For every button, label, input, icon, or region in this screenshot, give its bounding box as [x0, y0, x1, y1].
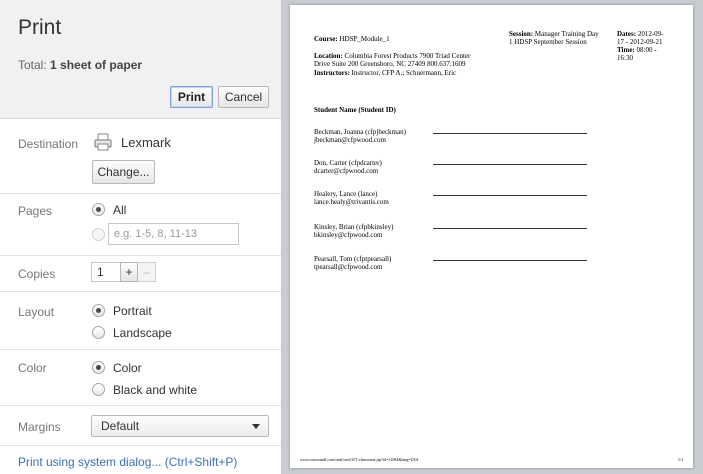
margins-value: Default — [101, 419, 140, 433]
session-value-2: 1 HDSP September Session — [509, 38, 587, 46]
preview-session: Session: Manager Training Day 1 HDSP Sep… — [509, 30, 599, 46]
preview-location: Location: Columbia Forest Products 7900 … — [314, 52, 506, 68]
layout-section: Layout Portrait Landscape — [0, 292, 281, 350]
layout-landscape-radio[interactable] — [92, 326, 105, 339]
color-bw-radio[interactable] — [92, 383, 105, 396]
margins-select[interactable]: Default — [91, 415, 269, 437]
destination-label: Destination — [18, 137, 79, 151]
destination-section: Destination Lexmark Change... — [0, 119, 281, 194]
instructors-value: Instructor, CFP A.; Schuermann, Eric — [351, 69, 457, 77]
print-settings-panel: Print Total: 1 sheet of paper Print Canc… — [0, 0, 282, 474]
preview-footer-url: www.coursemill.com/cmil/cmil/671/classro… — [300, 457, 419, 462]
chevron-down-icon — [252, 424, 260, 429]
layout-label: Layout — [18, 305, 55, 319]
student-name: Beckman, Joanna (cfpjbeckman) — [314, 128, 406, 136]
pages-all-radio[interactable] — [92, 203, 105, 216]
printer-icon — [93, 132, 113, 152]
signature-line — [433, 260, 587, 261]
student-name: Pearsall, Tom (cfptpearsall) — [314, 255, 392, 263]
copies-decrement-button[interactable]: – — [138, 262, 156, 282]
print-button[interactable]: Print — [170, 86, 213, 108]
preview-dates: Dates: 2012-09- 17 - 2012-09-21 Time: 08… — [617, 30, 663, 62]
session-label: Session: — [509, 30, 534, 38]
time-value-2: 16:30 — [617, 54, 633, 62]
cancel-button[interactable]: Cancel — [218, 86, 269, 108]
time-value-1: 08:00 - — [636, 46, 657, 54]
signature-line — [433, 228, 587, 229]
copies-input[interactable]: 1 — [91, 262, 121, 282]
session-value-1: Manager Training Day — [534, 30, 599, 38]
student-entry: Pearsall, Tom (cfptpearsall) tpearsall@c… — [314, 255, 391, 271]
layout-landscape-label: Landscape — [113, 326, 172, 340]
layout-portrait-radio[interactable] — [92, 304, 105, 317]
student-name: Healery, Lance (lance) — [314, 190, 378, 198]
signature-line — [433, 164, 587, 165]
course-value: HDSP_Module_1 — [339, 35, 390, 43]
print-header: Print Total: 1 sheet of paper Print Canc… — [0, 0, 281, 119]
student-email: tpearsall@cfpwood.com — [314, 263, 383, 271]
total-prefix: Total: — [18, 58, 47, 72]
location-label: Location: — [314, 52, 343, 60]
student-list-header: Student Name (Student ID) — [314, 106, 396, 114]
student-entry: Don, Carter (cfpdcarter) dcarter@cfpwood… — [314, 159, 382, 175]
system-dialog-link[interactable]: Print using system dialog... (Ctrl+Shift… — [18, 455, 237, 469]
instructors-label: Instructors: — [314, 69, 350, 77]
dialog-title: Print — [18, 16, 62, 39]
pages-all-label: All — [113, 203, 127, 217]
copies-increment-button[interactable]: + — [120, 262, 138, 282]
signature-line — [433, 195, 587, 196]
signature-line — [433, 133, 587, 134]
student-email: dcarter@cfpwood.com — [314, 167, 379, 175]
pages-section: Pages All e.g. 1-5, 8, 11-13 — [0, 194, 281, 256]
layout-portrait-label: Portrait — [113, 304, 152, 318]
change-destination-button[interactable]: Change... — [92, 160, 155, 184]
margins-label: Margins — [18, 420, 61, 434]
dates-value-2: 17 - 2012-09-21 — [617, 38, 663, 46]
student-name: Don, Carter (cfpdcarter) — [314, 159, 382, 167]
preview-footer-page: 1/1 — [678, 457, 684, 462]
total-sheets: Total: 1 sheet of paper — [18, 58, 142, 72]
student-entry: Kinsley, Brian (cfpbkinsley) bkinsley@cf… — [314, 223, 393, 239]
student-entry: Beckman, Joanna (cfpjbeckman) jbeckman@c… — [314, 128, 406, 144]
student-entry: Healery, Lance (lance) lance.healy@triva… — [314, 190, 389, 206]
dates-label: Dates: — [617, 30, 637, 38]
pages-label: Pages — [18, 204, 53, 218]
location-value-1: Columbia Forest Products 7900 Triad Cent… — [344, 52, 471, 60]
student-email: jbeckman@cfpwood.com — [314, 136, 386, 144]
pages-custom-radio[interactable] — [92, 228, 105, 241]
time-label: Time: — [617, 46, 635, 54]
student-email: bkinsley@cfpwood.com — [314, 231, 383, 239]
color-bw-label: Black and white — [113, 383, 198, 397]
location-value-2: Drive Suite 200 Greensboro, NC 27409 800… — [314, 60, 466, 68]
pages-custom-input[interactable]: e.g. 1-5, 8, 11-13 — [108, 223, 239, 245]
dates-value-1: 2012-09- — [637, 30, 664, 38]
student-name: Kinsley, Brian (cfpbkinsley) — [314, 223, 394, 231]
printer-name: Lexmark — [121, 135, 171, 150]
total-value: 1 sheet of paper — [50, 58, 143, 72]
color-section: Color Color Black and white — [0, 350, 281, 406]
course-label: Course: — [314, 35, 338, 43]
copies-label: Copies — [18, 267, 56, 281]
preview-page: Course: HDSP_Module_1 Location: Columbia… — [290, 5, 693, 468]
color-label: Color — [18, 361, 47, 375]
preview-course: Course: HDSP_Module_1 — [314, 35, 390, 43]
color-color-label: Color — [113, 361, 142, 375]
student-email: lance.healy@trivantis.com — [314, 198, 389, 206]
color-color-radio[interactable] — [92, 361, 105, 374]
preview-instructors: Instructors: Instructor, CFP A.; Schuerm… — [314, 69, 456, 77]
